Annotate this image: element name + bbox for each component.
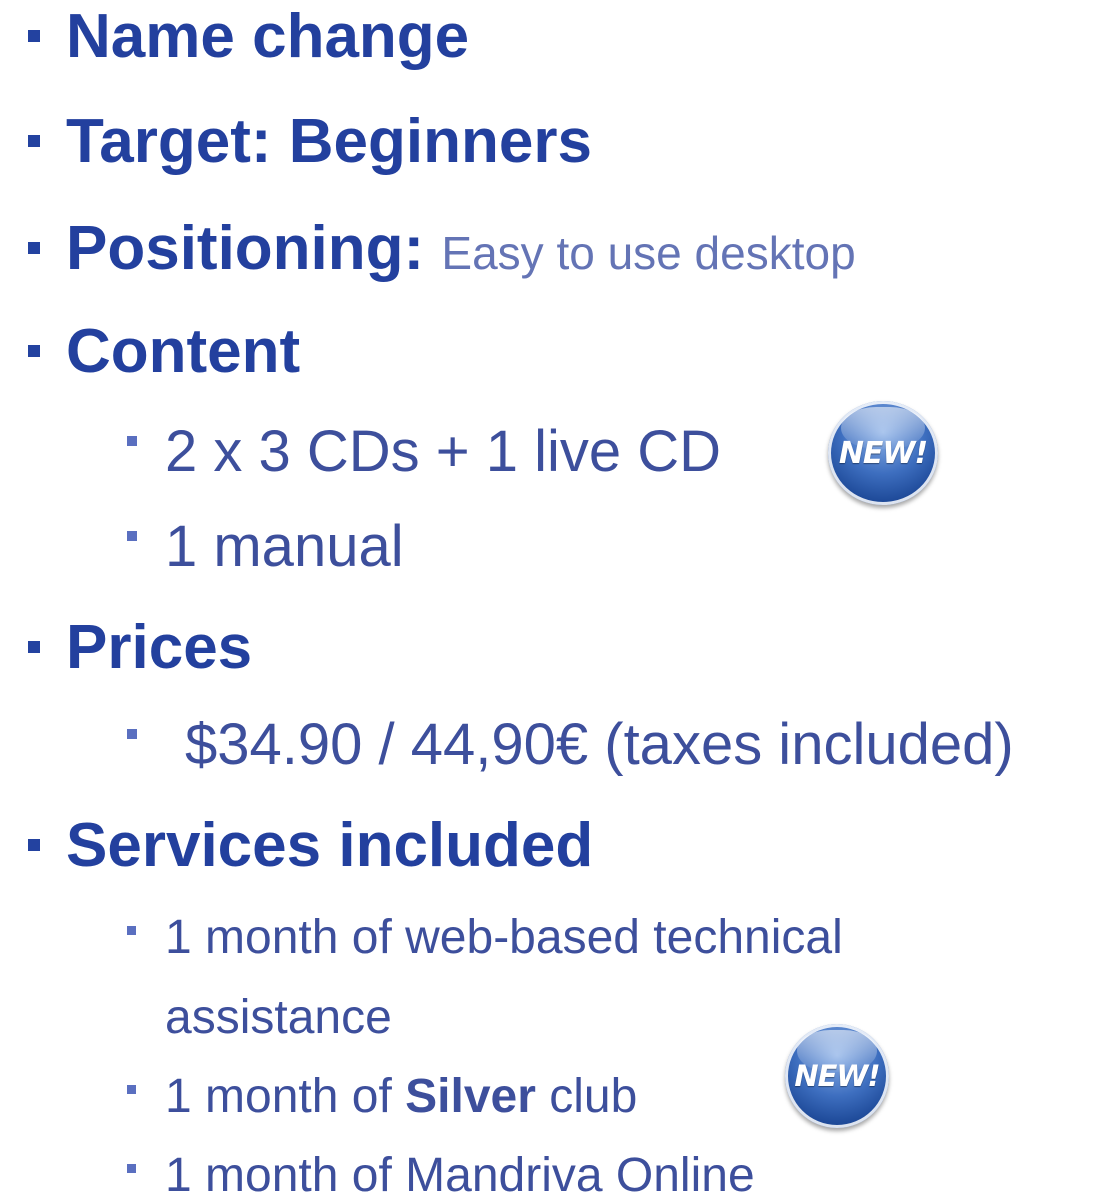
subitem-silver-bold: Silver <box>405 1070 536 1123</box>
item-services-text: Services included <box>66 811 594 880</box>
new-badge-label: NEW! <box>838 435 928 471</box>
item-name-change: Name change <box>28 6 469 68</box>
item-positioning-label: Positioning: <box>66 214 425 283</box>
subitem-manual-text: 1 manual <box>165 514 404 579</box>
new-badge-icon: NEW! <box>785 1024 889 1128</box>
item-name-change-text: Name change <box>66 2 470 71</box>
subitem-manual: 1 manual <box>127 518 404 576</box>
subitem-silver-pre: 1 month of <box>165 1070 406 1123</box>
subitem-silver-post: club <box>535 1070 638 1123</box>
item-services: Services included <box>28 815 593 877</box>
subitem-price-text: $34.90 / 44,90€ (taxes included) <box>185 712 1014 777</box>
square-bullet-icon <box>28 345 40 357</box>
new-badge-label: NEW! <box>794 1059 880 1093</box>
subitem-price: $34.90 / 44,90€ (taxes included) <box>127 716 1014 774</box>
subitem-assistance: 1 month of web-based technical <box>127 914 843 962</box>
square-bullet-icon <box>127 1164 136 1173</box>
square-bullet-icon <box>28 242 40 254</box>
square-bullet-icon <box>127 1085 136 1094</box>
new-badge-icon: NEW! <box>828 401 938 505</box>
square-bullet-icon <box>127 531 137 541</box>
subitem-assistance-text-cont: assistance <box>165 991 392 1044</box>
square-bullet-icon <box>28 839 40 851</box>
item-prices: Prices <box>28 617 252 679</box>
subitem-silver-club: 1 month of Silver club <box>127 1073 637 1121</box>
subitem-mandriva-online-text: 1 month of Mandriva Online <box>165 1149 755 1202</box>
subitem-cds: 2 x 3 CDs + 1 live CD <box>127 423 721 481</box>
item-positioning: Positioning: Easy to use desktop <box>28 218 856 280</box>
item-target-text: Target: Beginners <box>66 107 592 176</box>
square-bullet-icon <box>127 729 137 739</box>
slide: { "items": { "name_change": "Name change… <box>0 0 1115 1200</box>
square-bullet-icon <box>28 30 40 42</box>
square-bullet-icon <box>28 641 40 653</box>
square-bullet-icon <box>127 436 137 446</box>
square-bullet-icon <box>127 926 136 935</box>
item-prices-text: Prices <box>66 613 253 682</box>
square-bullet-icon <box>28 135 40 147</box>
item-content: Content <box>28 321 300 383</box>
subitem-mandriva-online: 1 month of Mandriva Online <box>127 1152 755 1200</box>
subitem-assistance-cont: assistance <box>165 994 392 1042</box>
item-content-text: Content <box>66 317 301 386</box>
item-positioning-desc: Easy to use desktop <box>441 227 856 279</box>
subitem-assistance-text: 1 month of web-based technical <box>165 911 843 964</box>
subitem-cds-text: 2 x 3 CDs + 1 live CD <box>165 419 722 484</box>
item-target: Target: Beginners <box>28 111 592 173</box>
